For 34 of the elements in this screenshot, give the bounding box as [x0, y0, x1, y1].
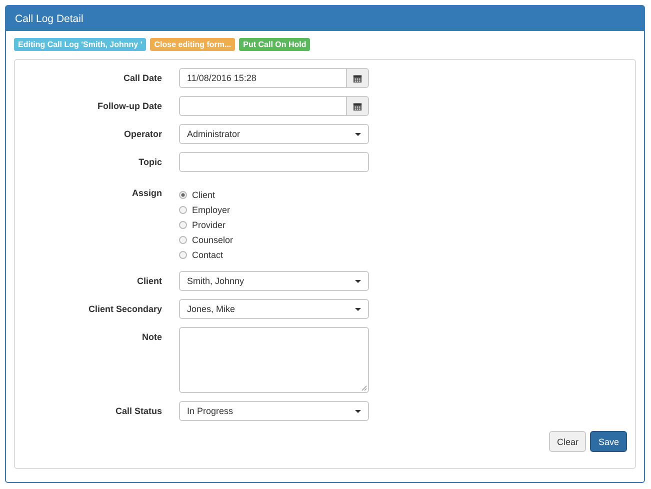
- date-field[interactable]: 11/08/2016 15:28: [179, 68, 347, 88]
- resize-grip-icon[interactable]: [361, 385, 367, 391]
- radio-option[interactable]: Client: [179, 187, 369, 202]
- field-label: Call Status: [114, 405, 163, 418]
- save-button[interactable]: Save: [590, 431, 627, 452]
- radio-option[interactable]: Contact: [179, 247, 369, 262]
- field-label: Call Date: [122, 72, 163, 85]
- note-field[interactable]: [179, 327, 369, 393]
- clear-button[interactable]: Clear: [548, 431, 586, 452]
- caret-icon: [355, 132, 361, 136]
- radio-option[interactable]: Provider: [179, 217, 369, 232]
- field-label: Topic: [138, 156, 163, 169]
- caret-icon: [355, 308, 361, 310]
- calendar-icon: [353, 102, 362, 110]
- calendar-button[interactable]: [347, 68, 369, 88]
- field-label: Client: [136, 275, 163, 288]
- select-field[interactable]: In Progress: [179, 401, 369, 421]
- calendar-icon: [353, 74, 362, 82]
- select-field[interactable]: Smith, Johnny: [179, 271, 369, 291]
- select-field[interactable]: Jones, Mike: [179, 299, 369, 319]
- select-field[interactable]: Administrator: [179, 124, 369, 144]
- caret-icon: [355, 410, 361, 412]
- field-label: Note: [141, 331, 163, 344]
- text-field[interactable]: [179, 152, 369, 172]
- date-field[interactable]: [179, 96, 347, 116]
- calendar-button[interactable]: [347, 96, 369, 116]
- radio-option[interactable]: Employer: [179, 202, 369, 217]
- field-label: Operator: [122, 128, 163, 141]
- caret-icon: [355, 280, 361, 282]
- panel-title: Call Log Detail: [15, 12, 84, 24]
- radio-option[interactable]: Counselor: [179, 232, 369, 247]
- field-label: Client Secondary: [87, 303, 163, 316]
- field-label: Assign: [130, 187, 163, 200]
- field-label: Follow-up Date: [96, 100, 163, 113]
